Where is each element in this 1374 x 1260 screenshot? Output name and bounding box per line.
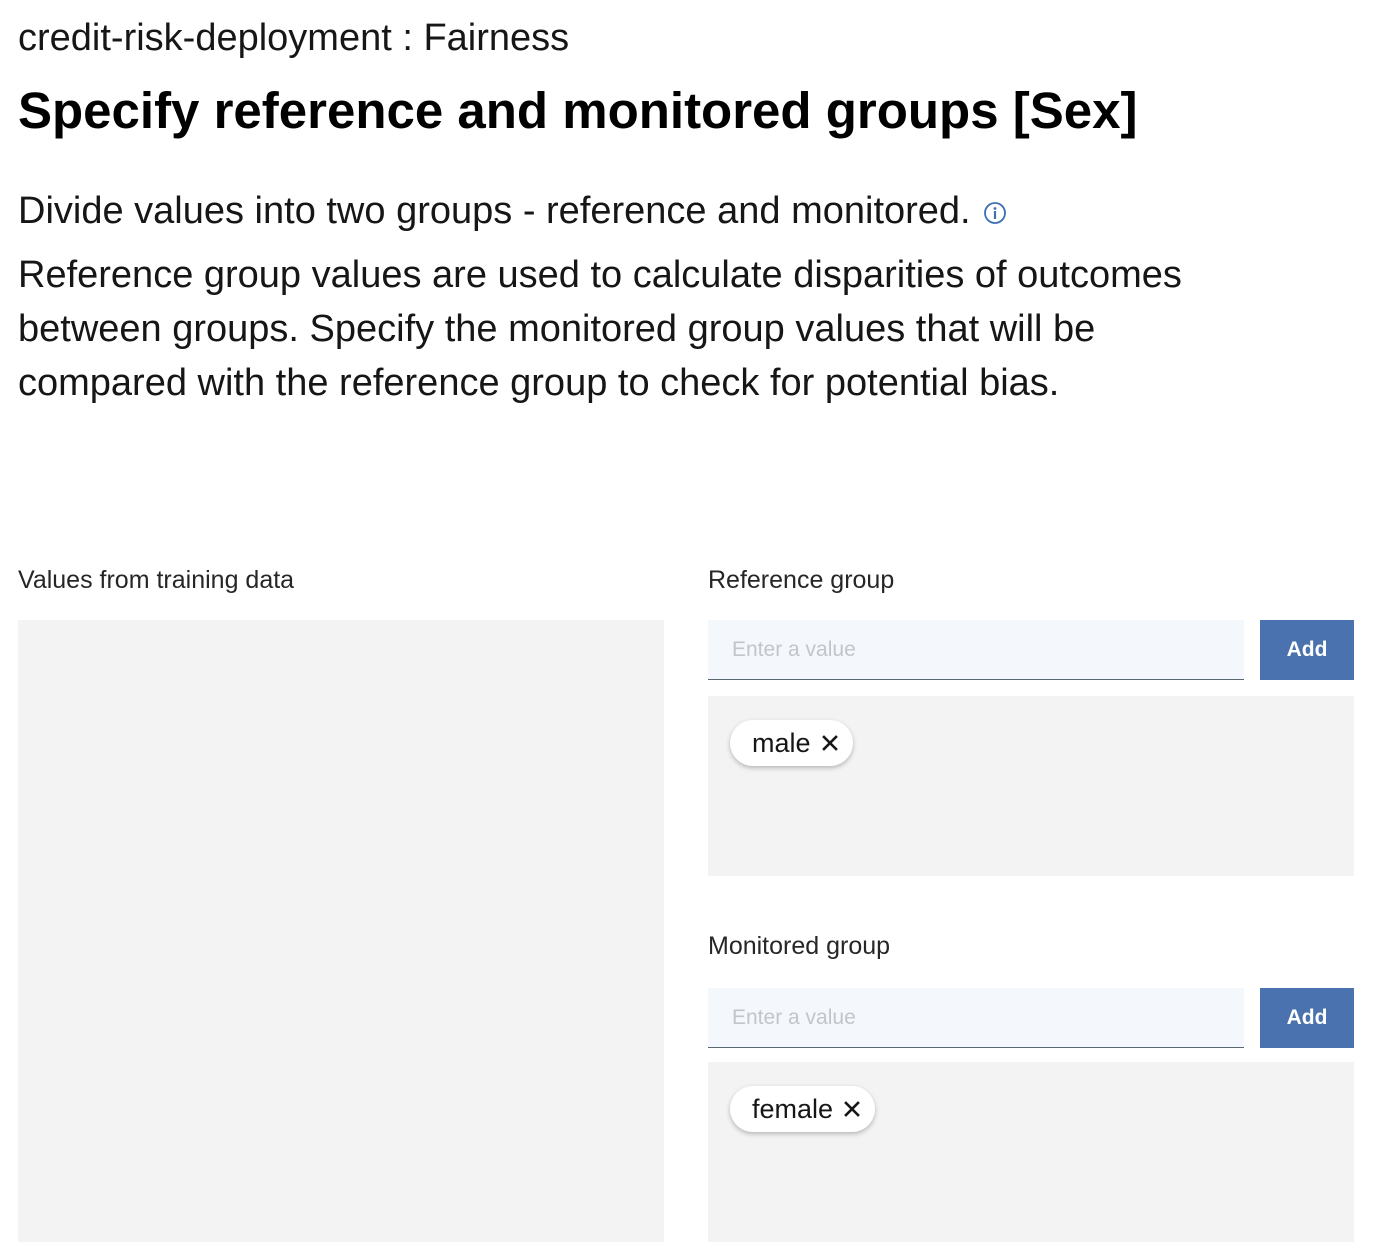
reference-group-input[interactable]	[708, 620, 1244, 680]
training-values-list[interactable]	[18, 620, 664, 1242]
close-icon[interactable]	[821, 734, 839, 752]
close-icon[interactable]	[843, 1100, 861, 1118]
monitored-group-box[interactable]: female	[708, 1062, 1354, 1242]
reference-group-box[interactable]: male	[708, 696, 1354, 876]
monitored-group-label: Monitored group	[708, 932, 891, 960]
monitored-add-button[interactable]: Add	[1260, 988, 1354, 1048]
info-icon[interactable]	[983, 201, 1007, 225]
tag-label: male	[752, 727, 811, 758]
intro-line: Divide values into two groups - referenc…	[18, 186, 1007, 236]
page-title: Specify reference and monitored groups […	[18, 82, 1138, 139]
training-values-label: Values from training data	[18, 566, 295, 594]
breadcrumb: credit-risk-deployment : Fairness	[18, 17, 570, 59]
reference-tag-male: male	[730, 720, 853, 766]
monitored-group-input[interactable]	[708, 988, 1244, 1048]
reference-add-button[interactable]: Add	[1260, 620, 1354, 680]
description: Reference group values are used to calcu…	[18, 254, 1182, 404]
reference-group-label: Reference group	[708, 566, 895, 594]
intro-text: Divide values into two groups - referenc…	[18, 190, 971, 232]
tag-label: female	[752, 1093, 834, 1124]
monitored-tag-female: female	[730, 1086, 876, 1132]
